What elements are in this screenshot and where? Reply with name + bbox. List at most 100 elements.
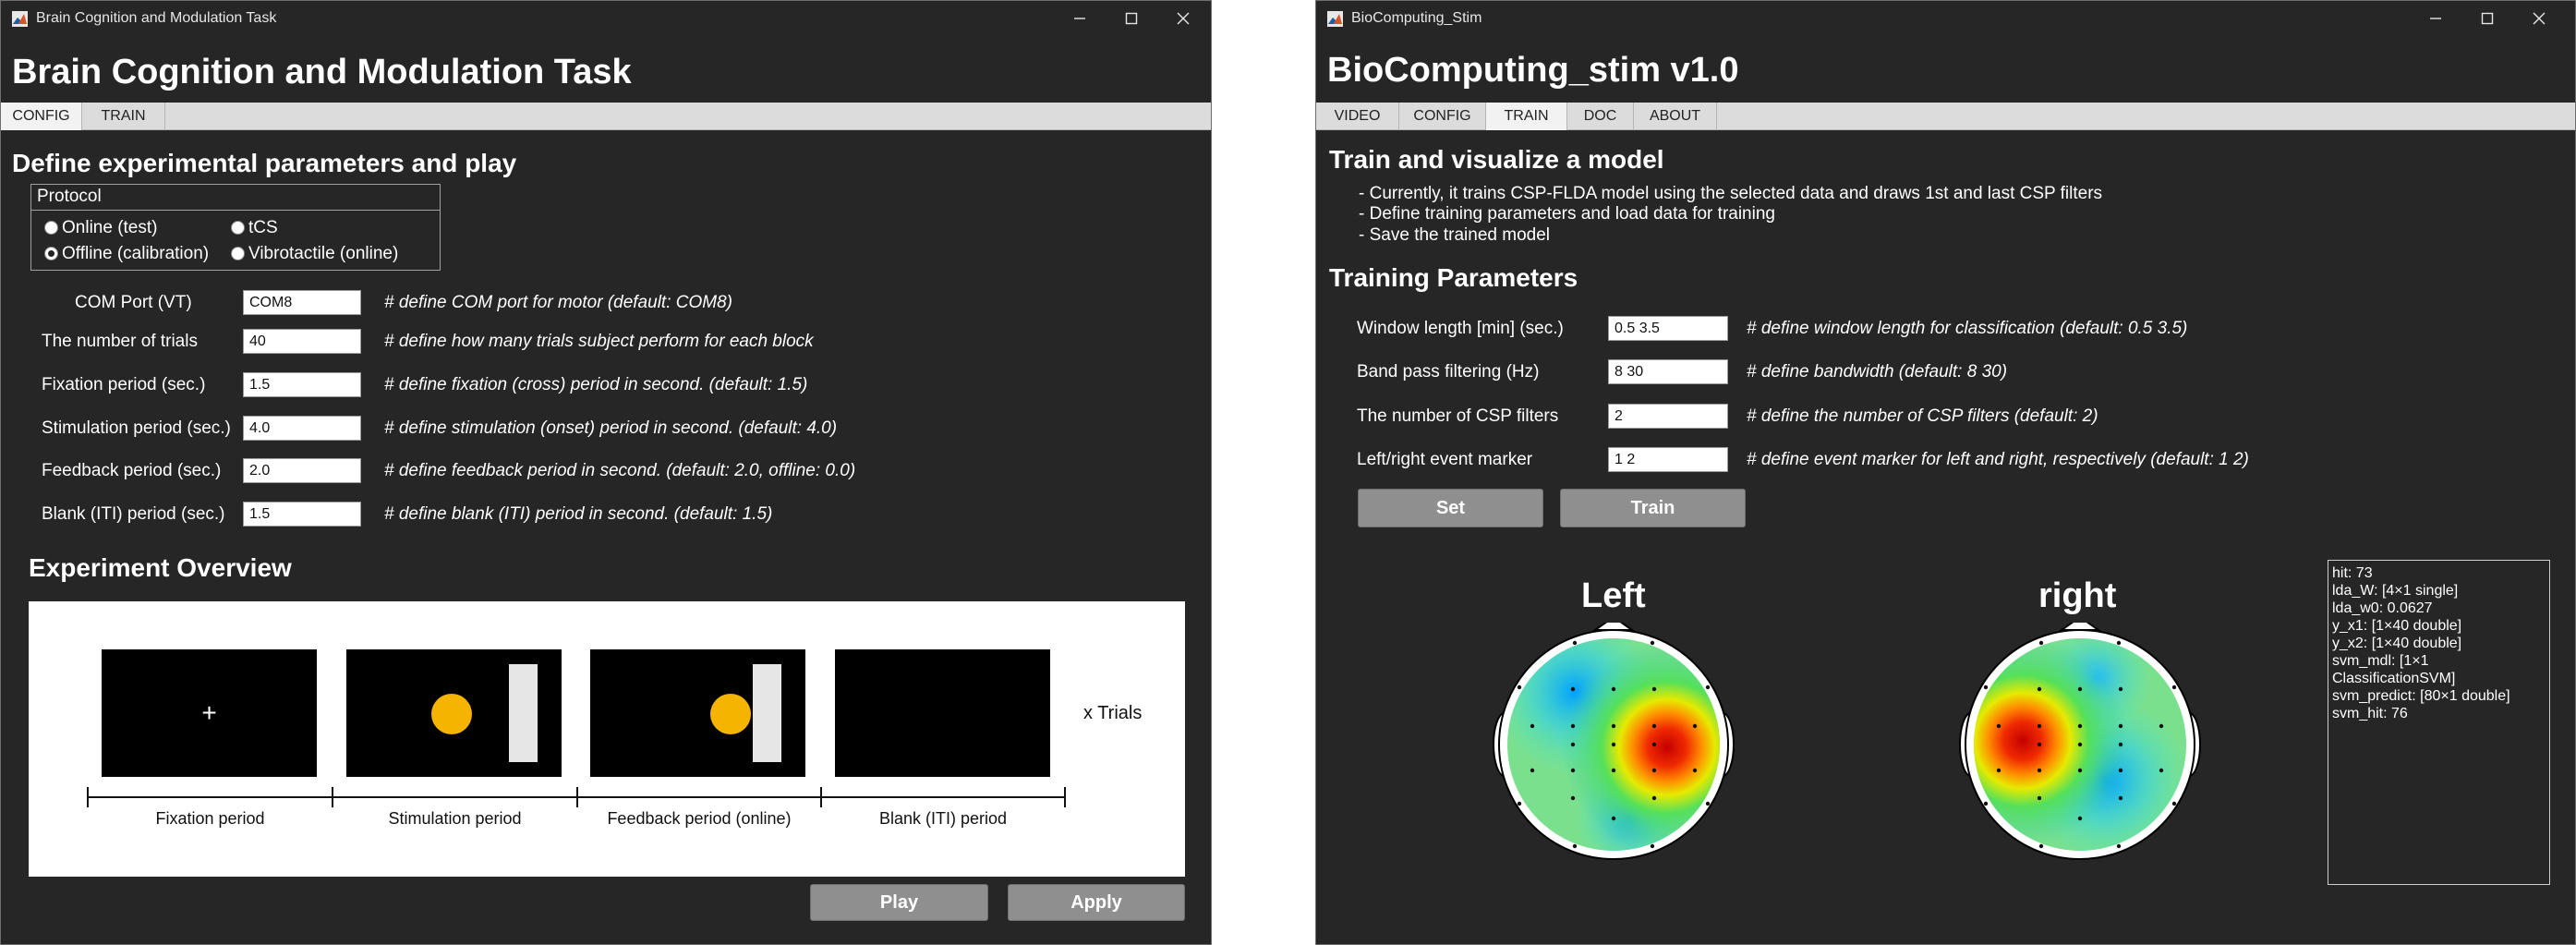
description-line: - Save the trained model xyxy=(1359,225,1551,245)
feedback-field[interactable] xyxy=(243,458,361,483)
tab-bar: CONFIG TRAIN xyxy=(1,103,1211,130)
label-feedback-period: Feedback period (online) xyxy=(607,809,792,828)
matlab-icon xyxy=(1327,11,1343,27)
overview-title: Experiment Overview xyxy=(29,553,292,582)
param-comment: # define blank (ITI) period in second. (… xyxy=(384,504,773,524)
close-icon xyxy=(2533,12,2546,25)
tab-about[interactable]: ABOUT xyxy=(1634,103,1717,130)
param-label-event-marker: Left/right event marker xyxy=(1357,450,1533,469)
tab-doc[interactable]: DOC xyxy=(1567,103,1634,130)
window-titlebar[interactable]: Brain Cognition and Modulation Task xyxy=(1,1,1211,36)
window-titlebar[interactable]: BioComputing_Stim xyxy=(1316,1,2575,36)
maximize-button[interactable] xyxy=(2465,5,2509,32)
info-line: hit: 73 xyxy=(2332,565,2373,581)
radio-label: Offline (calibration) xyxy=(62,244,210,263)
radio-circle[interactable] xyxy=(231,247,245,260)
info-line: svm_predict: [80×1 double] xyxy=(2332,688,2510,704)
fixation-field[interactable] xyxy=(243,372,361,397)
tab-config[interactable]: CONFIG xyxy=(1399,103,1486,130)
param-comment: # define stimulation (onset) period in s… xyxy=(384,418,838,438)
radio-online-test[interactable]: Online (test) xyxy=(44,218,157,238)
csp-filters-field[interactable] xyxy=(1608,404,1728,429)
model-info-box[interactable]: hit: 73 lda_W: [4×1 single] lda_w0: 0.06… xyxy=(2328,560,2550,885)
blank-field[interactable] xyxy=(243,502,361,527)
maximize-button[interactable] xyxy=(1109,5,1154,32)
com-port-field[interactable] xyxy=(243,290,361,315)
radio-label: tCS xyxy=(248,218,278,237)
info-line: lda_w0: 0.0627 xyxy=(2332,600,2433,616)
radio-circle[interactable] xyxy=(231,221,245,235)
param-comment: # define the number of CSP filters (defa… xyxy=(1747,406,2098,426)
window-title: BioComputing_Stim xyxy=(1351,10,1482,26)
tab-video[interactable]: VIDEO xyxy=(1316,103,1399,130)
app-title: Brain Cognition and Modulation Task xyxy=(12,53,632,91)
radio-circle[interactable] xyxy=(44,221,58,235)
topomap-left xyxy=(1493,623,1735,860)
radio-circle-selected[interactable] xyxy=(44,247,58,260)
param-comment: # define COM port for motor (default: CO… xyxy=(384,293,732,312)
play-button[interactable]: Play xyxy=(810,884,988,921)
param-label-fixation: Fixation period (sec.) xyxy=(42,375,206,394)
description-line: - Define training parameters and load da… xyxy=(1359,204,1775,224)
param-label-window-length: Window length [min] (sec.) xyxy=(1357,319,1564,338)
param-label-csp-filters: The number of CSP filters xyxy=(1357,406,1559,426)
topomap-title-left: Left xyxy=(1581,576,1646,615)
label-fixation-period: Fixation period xyxy=(155,809,265,828)
param-comment: # define how many trials subject perform… xyxy=(384,332,814,351)
minimize-button[interactable] xyxy=(2413,5,2458,32)
set-button[interactable]: Set xyxy=(1358,489,1543,527)
info-line: y_x2: [1×40 double] xyxy=(2332,636,2462,651)
radio-label: Online (test) xyxy=(62,218,158,237)
topomap-right xyxy=(1959,623,2201,860)
train-button[interactable]: Train xyxy=(1560,489,1746,527)
info-line: svm_mdl: [1×1 xyxy=(2332,653,2429,669)
minimize-button[interactable] xyxy=(1058,5,1102,32)
trials-field[interactable] xyxy=(243,329,361,354)
band-pass-field[interactable] xyxy=(1608,359,1728,384)
close-button[interactable] xyxy=(1161,5,1205,32)
minimize-icon xyxy=(2430,18,2441,19)
tab-bar: VIDEO CONFIG TRAIN DOC ABOUT xyxy=(1316,103,2575,130)
window-length-field[interactable] xyxy=(1608,316,1728,341)
minimize-icon xyxy=(1074,18,1085,19)
description-line: - Currently, it trains CSP-FLDA model us… xyxy=(1359,184,2103,203)
maximize-icon xyxy=(1125,12,1138,25)
tab-config[interactable]: CONFIG xyxy=(1,103,82,130)
timeline-axis xyxy=(87,787,1066,807)
param-label-com-port: COM Port (VT) xyxy=(75,293,192,312)
stimulation-field[interactable] xyxy=(243,416,361,441)
app-title: BioComputing_stim v1.0 xyxy=(1327,51,1739,90)
label-blank-period: Blank (ITI) period xyxy=(878,809,1008,828)
radio-offline-calibration[interactable]: Offline (calibration) xyxy=(44,244,209,264)
radio-tcs[interactable]: tCS xyxy=(231,218,278,238)
experiment-overview-diagram: + x Trials Fixation period Stimulation p… xyxy=(29,601,1185,877)
label-stimulation-period: Stimulation period xyxy=(388,809,522,828)
info-line: svm_hit: 76 xyxy=(2332,706,2408,721)
param-label-trials: The number of trials xyxy=(42,332,198,351)
close-icon xyxy=(1177,12,1190,25)
matlab-icon xyxy=(12,11,28,27)
apply-button[interactable]: Apply xyxy=(1008,884,1185,921)
maximize-icon xyxy=(2481,12,2494,25)
radio-vibrotactile[interactable]: Vibrotactile (online) xyxy=(231,244,398,264)
divider xyxy=(31,210,440,211)
tab-train[interactable]: TRAIN xyxy=(1486,103,1567,130)
info-line: ClassificationSVM] xyxy=(2332,671,2456,686)
param-comment: # define feedback period in second. (def… xyxy=(384,461,856,480)
param-label-stimulation: Stimulation period (sec.) xyxy=(42,418,231,438)
param-label-band-pass: Band pass filtering (Hz) xyxy=(1357,362,1540,382)
topomap-title-right: right xyxy=(2038,576,2117,615)
tab-train[interactable]: TRAIN xyxy=(82,103,165,130)
param-comment: # define event marker for left and right… xyxy=(1747,450,2249,469)
param-comment: # define fixation (cross) period in seco… xyxy=(384,375,808,394)
protocol-title: Protocol xyxy=(37,187,102,206)
section-title: Train and visualize a model xyxy=(1329,145,1664,174)
event-marker-field[interactable] xyxy=(1608,447,1728,472)
section-title: Define experimental parameters and play xyxy=(12,149,517,177)
param-label-blank: Blank (ITI) period (sec.) xyxy=(42,504,225,524)
info-line: y_x1: [1×40 double] xyxy=(2332,618,2462,634)
param-comment: # define window length for classificatio… xyxy=(1747,319,2188,338)
param-comment: # define bandwidth (default: 8 30) xyxy=(1747,362,2008,382)
close-button[interactable] xyxy=(2517,5,2561,32)
brain-cognition-window: Brain Cognition and Modulation Task Brai… xyxy=(0,0,1212,945)
